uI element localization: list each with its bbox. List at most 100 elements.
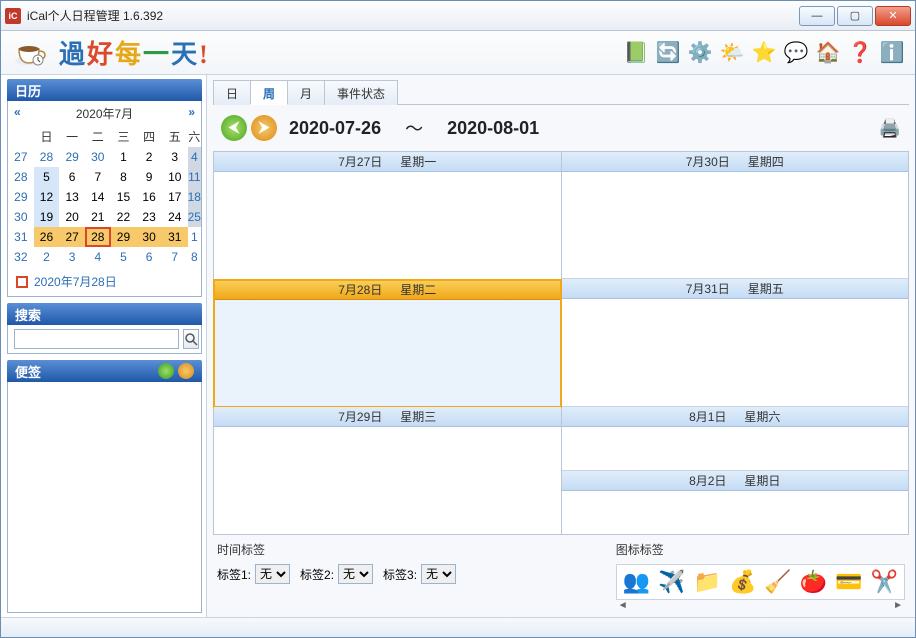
mini-cal-day[interactable]: 5	[111, 247, 137, 267]
mini-cal-day[interactable]: 29	[111, 227, 137, 247]
mini-cal-day[interactable]: 31	[162, 227, 188, 247]
print-button[interactable]: 🖨️	[879, 118, 901, 139]
week-number[interactable]: 28	[8, 167, 34, 187]
mini-cal-day[interactable]: 15	[111, 187, 137, 207]
prev-week-button[interactable]: ⮜	[221, 115, 247, 141]
mini-cal-day[interactable]: 18	[188, 187, 201, 207]
mini-cal-day[interactable]: 2	[34, 247, 60, 267]
mini-cal-day[interactable]: 9	[136, 167, 162, 187]
mini-cal-day[interactable]: 13	[59, 187, 85, 207]
tag3-select[interactable]: 无	[421, 564, 456, 584]
mini-cal-day[interactable]: 30	[85, 147, 111, 167]
week-number[interactable]: 31	[8, 227, 34, 247]
mini-cal-day[interactable]: 14	[85, 187, 111, 207]
mini-cal-day[interactable]: 2	[136, 147, 162, 167]
notes-list[interactable]	[7, 382, 202, 613]
tab-month[interactable]: 月	[287, 80, 325, 105]
tag2-select[interactable]: 无	[338, 564, 373, 584]
tag-icon[interactable]: 👥	[623, 569, 650, 595]
help-icon[interactable]: ❓	[847, 40, 873, 66]
remove-note-button[interactable]	[178, 363, 194, 379]
day-weekday: 星期一	[400, 153, 436, 170]
next-week-button[interactable]: ⮞	[251, 115, 277, 141]
tag-icon[interactable]: 🧹	[764, 569, 791, 595]
minimize-button[interactable]: —	[799, 6, 835, 26]
tag-icon[interactable]: ✂️	[871, 569, 898, 595]
mini-cal-day[interactable]: 25	[188, 207, 201, 227]
mini-cal-day[interactable]: 1	[111, 147, 137, 167]
mini-calendar[interactable]: 日一二三四五六 27282930123428567891011291213141…	[8, 126, 201, 267]
logo-text: 過好每一天!	[59, 34, 210, 71]
tag-icon[interactable]: 💰	[729, 569, 756, 595]
day-cell[interactable]: 7月30日星期四	[562, 152, 909, 279]
mini-cal-day[interactable]: 30	[136, 227, 162, 247]
tag-icon[interactable]: ✈️	[658, 569, 685, 595]
info-icon[interactable]: ℹ️	[879, 40, 905, 66]
star-icon[interactable]: ⭐	[751, 40, 777, 66]
day-cell[interactable]: 8月2日星期日	[562, 471, 909, 534]
tab-week[interactable]: 周	[250, 80, 288, 105]
mini-cal-day[interactable]: 26	[34, 227, 60, 247]
next-month-button[interactable]: »	[188, 105, 195, 122]
tag-icon[interactable]: 💳	[835, 569, 862, 595]
tag-icon[interactable]: 🍅	[800, 569, 827, 595]
mini-cal-day[interactable]: 3	[59, 247, 85, 267]
mini-cal-day[interactable]: 28	[85, 227, 111, 247]
mini-cal-day[interactable]: 1	[188, 227, 201, 247]
mini-cal-day[interactable]: 19	[34, 207, 60, 227]
mini-cal-day[interactable]: 4	[85, 247, 111, 267]
mini-cal-day[interactable]: 6	[59, 167, 85, 187]
day-cell[interactable]: 7月31日星期五	[562, 279, 909, 406]
week-number[interactable]: 27	[8, 147, 34, 167]
mini-cal-day[interactable]: 5	[34, 167, 60, 187]
mini-cal-day[interactable]: 20	[59, 207, 85, 227]
today-date-link[interactable]: 2020年7月28日	[34, 273, 117, 290]
mini-cal-day[interactable]: 22	[111, 207, 137, 227]
mini-cal-day[interactable]: 3	[162, 147, 188, 167]
week-number[interactable]: 30	[8, 207, 34, 227]
mini-cal-day[interactable]: 12	[34, 187, 60, 207]
day-cell[interactable]: 7月28日星期二	[214, 280, 561, 408]
weather-icon[interactable]: 🌤️	[719, 40, 745, 66]
day-cell[interactable]: 7月27日星期一	[214, 152, 561, 280]
scroll-right-icon[interactable]: ►	[893, 600, 903, 611]
mini-cal-day[interactable]: 17	[162, 187, 188, 207]
close-button[interactable]: ✕	[875, 6, 911, 26]
tag1-select[interactable]: 无	[255, 564, 290, 584]
mini-cal-day[interactable]: 4	[188, 147, 201, 167]
mini-cal-day[interactable]: 8	[188, 247, 201, 267]
mini-cal-day[interactable]: 28	[34, 147, 60, 167]
mini-cal-day[interactable]: 7	[85, 167, 111, 187]
day-cell[interactable]: 7月29日星期三	[214, 407, 561, 534]
search-input[interactable]	[14, 329, 179, 349]
scroll-left-icon[interactable]: ◄	[618, 600, 628, 611]
mini-cal-day[interactable]: 8	[111, 167, 137, 187]
home-icon[interactable]: 🏠	[815, 40, 841, 66]
add-note-button[interactable]	[158, 363, 174, 379]
search-button[interactable]	[183, 329, 199, 349]
mini-cal-day[interactable]: 21	[85, 207, 111, 227]
prev-month-button[interactable]: «	[14, 105, 21, 122]
chat-icon[interactable]: 💬	[783, 40, 809, 66]
week-number[interactable]: 29	[8, 187, 34, 207]
mini-cal-day[interactable]: 11	[188, 167, 201, 187]
mini-cal-day[interactable]: 16	[136, 187, 162, 207]
week-number[interactable]: 32	[8, 247, 34, 267]
mini-cal-day[interactable]: 29	[59, 147, 85, 167]
mini-cal-day[interactable]: 10	[162, 167, 188, 187]
mini-cal-day[interactable]: 27	[59, 227, 85, 247]
mini-cal-day[interactable]: 7	[162, 247, 188, 267]
gear-icon[interactable]: ⚙️	[687, 40, 713, 66]
tag-icon[interactable]: 📁	[694, 569, 721, 595]
mini-cal-day[interactable]: 23	[136, 207, 162, 227]
sync-icon[interactable]: 🔄	[655, 40, 681, 66]
maximize-button[interactable]: ▢	[837, 6, 873, 26]
day-cell[interactable]: 8月1日星期六	[562, 407, 909, 471]
tab-event-status[interactable]: 事件状态	[324, 80, 398, 105]
mini-cal-day[interactable]: 24	[162, 207, 188, 227]
mini-cal-day[interactable]: 6	[136, 247, 162, 267]
icon-tag-strip[interactable]: 👥 ✈️ 📁 💰 🧹 🍅 💳 ✂️	[616, 564, 905, 600]
day-weekday: 星期二	[400, 281, 436, 298]
tab-day[interactable]: 日	[213, 80, 251, 105]
book-icon[interactable]: 📗	[623, 40, 649, 66]
